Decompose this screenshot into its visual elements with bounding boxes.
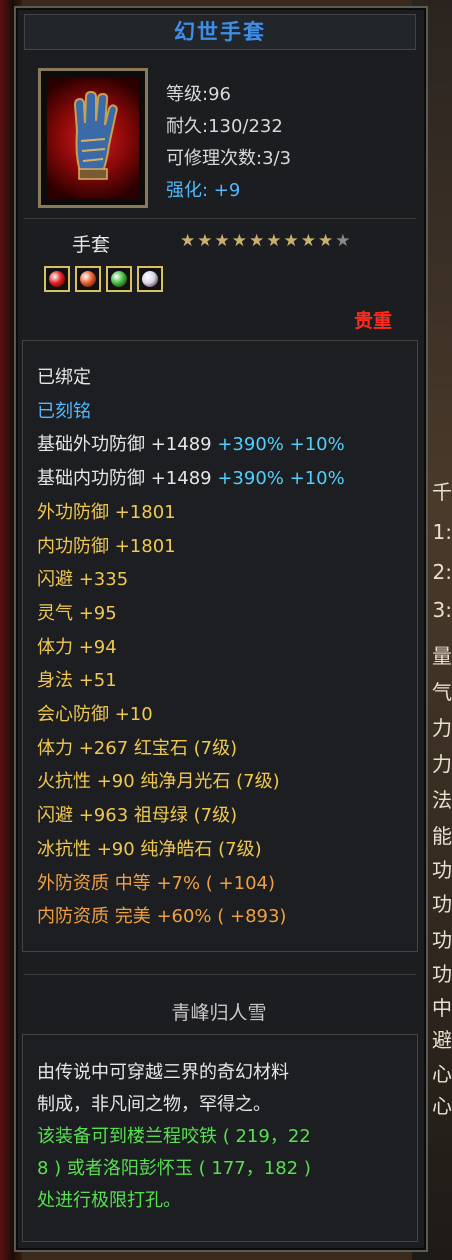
socket-hint-text: 该装备可到楼兰程咬铁 ( 219，22 8 ) 或者洛阳彭怀玉 ( 177，18… [37,1126,311,1211]
star-icon: ★ [180,231,196,251]
attribute-text: 基础内功防御 +1489 [37,468,218,490]
item-repair-count: 可修理次数:3/3 [166,148,292,169]
attribute-list: 已绑定 已刻铭 基础外功防御 +1489 +390% +10% 基础内功防御 +148… [22,340,418,952]
star-icon: ★ [335,231,351,251]
attribute-line: 闪避 +335 [37,565,128,591]
attribute-text: 已刻铭 [37,400,91,422]
star-icon: ★ [318,231,334,251]
item-icon-background [47,77,139,199]
description-box: 由传说中可穿越三界的奇幻材料 制成，非凡间之物，罕得之。 该装备可到楼兰程咬铁 … [22,1034,418,1242]
rarity-label: 贵重 [353,310,392,332]
attribute-line: 已绑定 [37,363,91,389]
gem-slot [44,266,70,292]
item-durability: 耐久:130/232 [166,116,283,137]
attribute-line: 体力 +267 红宝石 (7级) [37,734,237,760]
star-icon: ★ [197,231,213,251]
glove-icon [73,91,118,180]
attribute-line: 基础外功防御 +1489 +390% +10% [37,430,345,456]
attribute-line: 外防资质 中等 +7% ( +104) [37,869,275,895]
attribute-text: 内功防御 +1801 [37,535,176,557]
attribute-line: 外功防御 +1801 [37,498,176,524]
item-icon-frame [38,68,148,208]
attribute-text: 体力 +94 [37,636,117,658]
star-rating: ★ ★ ★ ★ ★ ★ ★ ★ ★ ★ [180,232,351,250]
attribute-text: 基础外功防御 +1489 [37,434,218,456]
attribute-line: 冰抗性 +90 纯净皓石 (7级) [37,835,262,861]
attribute-line: 基础内功防御 +1489 +390% +10% [37,464,345,490]
item-enhance: 强化: +9 [166,180,241,201]
flavor-text: 由传说中可穿越三界的奇幻材料 制成，非凡间之物，罕得之。 [37,1062,289,1115]
star-icon: ★ [300,231,316,251]
attribute-line: 会心防御 +10 [37,700,153,726]
attribute-text: 闪避 +963 祖母绿 (7级) [37,805,238,827]
gem-sockets [44,266,163,292]
attribute-line: 内功防御 +1801 [37,532,176,558]
gem-icon [111,271,127,287]
attribute-line: 已刻铭 [37,397,91,423]
divider [24,218,416,219]
attribute-bonus: +390% +10% [217,434,345,456]
attribute-text: 冰抗性 +90 纯净皓石 (7级) [37,838,262,860]
attribute-text: 火抗性 +90 纯净月光石 (7级) [37,771,280,793]
attribute-text: 身法 +51 [37,670,117,692]
gem-slot [75,266,101,292]
set-name: 青峰归人雪 [171,1002,267,1024]
attribute-text: 内防资质 完美 +60% ( +893) [37,906,287,928]
gem-slot [137,266,163,292]
attribute-line: 体力 +94 [37,633,117,659]
attribute-text: 会心防御 +10 [37,704,153,725]
attribute-bonus: +390% +10% [217,468,345,490]
attribute-text: 闪避 +335 [37,569,129,591]
attribute-text: 外防资质 中等 +7% ( +104) [37,872,276,894]
attribute-line: 灵气 +95 [37,599,117,625]
item-type: 手套 [72,234,111,256]
divider [24,974,416,975]
attribute-line: 火抗性 +90 纯净月光石 (7级) [37,767,280,793]
attribute-line: 内防资质 完美 +60% ( +893) [37,902,286,928]
attribute-line: 闪避 +963 祖母绿 (7级) [37,801,237,827]
attribute-text: 已绑定 [37,367,91,388]
gem-slot [106,266,132,292]
attribute-text: 体力 +267 红宝石 (7级) [37,737,238,759]
item-name: 幻世手套 [24,14,416,50]
item-level: 等级:96 [166,84,231,105]
star-icon: ★ [249,231,265,251]
star-icon: ★ [283,231,299,251]
star-icon: ★ [214,231,230,251]
star-icon: ★ [266,231,282,251]
gem-icon [80,271,96,287]
attribute-text: 灵气 +95 [37,602,117,624]
attribute-line: 身法 +51 [37,666,117,692]
star-icon: ★ [231,231,247,251]
gem-icon [49,271,65,287]
gem-icon [142,271,158,287]
item-tooltip-panel: 幻世手套 等级:96 耐久:130/232 可修理次数:3/3 强化: +9 手… [14,6,428,1252]
attribute-text: 外功防御 +1801 [37,501,176,523]
